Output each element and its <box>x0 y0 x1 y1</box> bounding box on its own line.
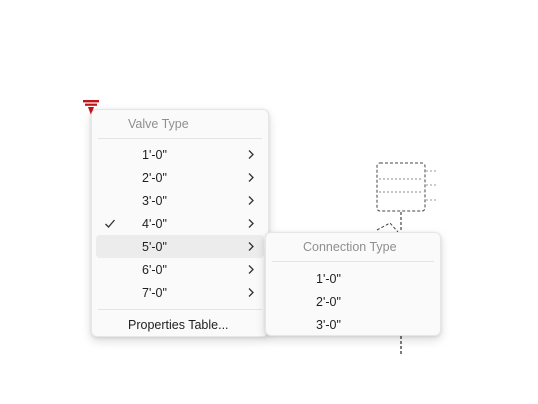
menu-item[interactable]: 3'-0" <box>96 189 264 212</box>
drawing-canvas: Valve Type 1'-0" 2'-0" 3'-0" 4'-0" 5'-0"… <box>0 0 538 404</box>
menu-item[interactable]: 6'-0" <box>96 258 264 281</box>
submenu-item[interactable]: 3'-0" <box>270 313 436 336</box>
chevron-right-icon <box>248 219 254 228</box>
menu-header: Valve Type <box>128 117 189 131</box>
menu-item-label: 6'-0" <box>142 263 167 277</box>
menu-item-label: 5'-0" <box>142 240 167 254</box>
submenu-item[interactable]: 2'-0" <box>270 290 436 313</box>
chevron-right-icon <box>248 265 254 274</box>
menu-item-label: 1'-0" <box>316 272 341 286</box>
chevron-right-icon <box>248 150 254 159</box>
menu-item-label: 2'-0" <box>142 171 167 185</box>
menu-item-label: 4'-0" <box>142 217 167 231</box>
menu-item[interactable]: 2'-0" <box>96 166 264 189</box>
connection-type-submenu: Connection Type 1'-0" 2'-0" 3'-0" <box>265 232 441 336</box>
valve-type-menu: Valve Type 1'-0" 2'-0" 3'-0" 4'-0" 5'-0"… <box>91 109 269 337</box>
menu-item[interactable]: 1'-0" <box>96 143 264 166</box>
menu-item-label: 3'-0" <box>316 318 341 332</box>
menu-separator <box>98 309 262 310</box>
menu-item-label: 3'-0" <box>142 194 167 208</box>
menu-item-label: 1'-0" <box>142 148 167 162</box>
menu-header: Connection Type <box>303 240 397 254</box>
menu-item-label: 7'-0" <box>142 286 167 300</box>
chevron-right-icon <box>248 242 254 251</box>
chevron-right-icon <box>248 288 254 297</box>
submenu-item[interactable]: 1'-0" <box>270 267 436 290</box>
menu-item[interactable]: 7'-0" <box>96 281 264 304</box>
menu-item-highlighted[interactable]: 5'-0" <box>96 235 264 258</box>
menu-separator <box>98 138 262 139</box>
chevron-right-icon <box>248 173 254 182</box>
menu-item-label: Properties Table... <box>128 318 229 332</box>
menu-item-checked[interactable]: 4'-0" <box>96 212 264 235</box>
checkmark-icon <box>105 219 115 228</box>
menu-separator <box>272 261 434 262</box>
chevron-right-icon <box>248 196 254 205</box>
properties-table-item[interactable]: Properties Table... <box>96 313 264 336</box>
menu-item-label: 2'-0" <box>316 295 341 309</box>
